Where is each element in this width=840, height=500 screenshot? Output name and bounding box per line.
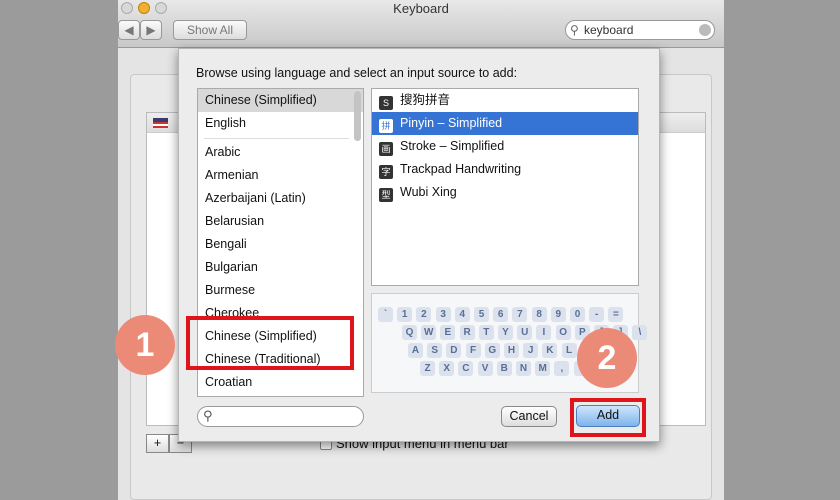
keyboard-key: 0 — [570, 307, 585, 322]
input-source-item[interactable]: 字 Trackpad Handwriting — [372, 158, 638, 181]
add-input-source-sheet: Browse using language and select an inpu… — [178, 48, 660, 442]
step-2-badge: 2 — [577, 328, 637, 388]
input-method-icon: 字 — [379, 165, 393, 179]
language-item[interactable]: English — [198, 112, 363, 135]
preferences-search-input[interactable]: ⚲ keyboard — [565, 20, 715, 40]
cancel-button[interactable]: Cancel — [501, 406, 557, 427]
dialog-prompt: Browse using language and select an inpu… — [196, 66, 518, 80]
input-source-item[interactable]: 画 Stroke – Simplified — [372, 135, 638, 158]
keyboard-key: \ — [632, 325, 648, 340]
us-flag-icon — [153, 118, 168, 128]
keyboard-key: G — [484, 343, 500, 358]
keyboard-key: 9 — [550, 307, 566, 322]
keyboard-key: K — [542, 343, 558, 358]
keyboard-key: 2 — [416, 307, 432, 322]
keyboard-key: J — [523, 343, 539, 358]
language-item[interactable]: Chinese (Simplified) — [198, 89, 363, 112]
input-source-item[interactable]: 型 Wubi Xing — [372, 181, 638, 204]
keyboard-key: Q — [402, 325, 417, 340]
input-method-icon: 画 — [379, 142, 393, 156]
keyboard-key: F — [465, 343, 481, 358]
back-button[interactable]: ◀ — [118, 20, 140, 40]
input-source-item[interactable]: S 搜狗拼音 — [372, 89, 638, 112]
keyboard-key: M — [535, 361, 551, 376]
keyboard-key: B — [496, 361, 512, 376]
language-item[interactable]: Bulgarian — [198, 256, 363, 279]
input-method-icon: S — [379, 96, 393, 110]
keyboard-key: 1 — [397, 307, 413, 322]
input-source-label: Wubi Xing — [400, 185, 457, 199]
input-source-item[interactable]: 拼 Pinyin – Simplified — [372, 112, 638, 135]
input-method-icon: 拼 — [379, 119, 393, 133]
show-all-button[interactable]: Show All — [173, 20, 247, 40]
search-icon: ⚲ — [570, 23, 579, 37]
list-separator — [204, 138, 349, 139]
input-source-label: 搜狗拼音 — [400, 93, 451, 107]
keyboard-key: T — [478, 325, 494, 340]
keyboard-key: ` — [378, 307, 393, 322]
search-value: keyboard — [584, 23, 634, 37]
keyboard-key: U — [517, 325, 533, 340]
window-title: Keyboard — [393, 1, 449, 16]
title-bar: Keyboard ◀ ▶ Show All ⚲ keyboard — [118, 0, 724, 48]
language-list-scrollbar[interactable] — [354, 91, 361, 141]
keyboard-key: = — [608, 307, 624, 322]
language-item[interactable]: Bengali — [198, 233, 363, 256]
keyboard-key: O — [555, 325, 571, 340]
keyboard-key: A — [408, 343, 423, 358]
keyboard-key: Y — [498, 325, 513, 340]
keyboard-key: H — [504, 343, 519, 358]
language-item[interactable]: Armenian — [198, 164, 363, 187]
keyboard-key: - — [589, 307, 605, 322]
clear-search-icon[interactable] — [699, 24, 711, 36]
search-icon: ⚲ — [203, 408, 213, 423]
forward-button[interactable]: ▶ — [140, 20, 162, 40]
input-source-label: Trackpad Handwriting — [400, 162, 522, 176]
input-source-list[interactable]: S 搜狗拼音拼 Pinyin – Simplified 画 Stroke – Simpl… — [371, 88, 639, 286]
keyboard-key: Z — [420, 361, 435, 376]
keyboard-key: C — [458, 361, 474, 376]
keyboard-key: I — [536, 325, 552, 340]
keyboard-key: L — [561, 343, 577, 358]
highlight-box-add — [570, 398, 646, 437]
keyboard-key: 5 — [474, 307, 489, 322]
keyboard-key: 3 — [435, 307, 451, 322]
input-method-icon: 型 — [379, 188, 393, 202]
highlight-box-languages — [186, 316, 354, 370]
keyboard-key: S — [427, 343, 443, 358]
keyboard-key: 6 — [493, 307, 509, 322]
keyboard-key: W — [421, 325, 437, 340]
keyboard-key: X — [439, 361, 455, 376]
language-item[interactable]: Croatian — [198, 371, 363, 394]
language-item[interactable]: Burmese — [198, 279, 363, 302]
keyboard-key: 7 — [512, 307, 528, 322]
keyboard-key: 4 — [454, 307, 470, 322]
keyboard-key: N — [516, 361, 531, 376]
keyboard-key: , — [554, 361, 570, 376]
keyboard-key: D — [446, 343, 462, 358]
step-1-badge: 1 — [115, 315, 175, 375]
keyboard-key: V — [477, 361, 493, 376]
input-source-label: Pinyin – Simplified — [400, 116, 503, 130]
keyboard-key: 8 — [531, 307, 547, 322]
language-item[interactable]: Belarusian — [198, 210, 363, 233]
keyboard-key: R — [459, 325, 475, 340]
keyboard-key: E — [440, 325, 456, 340]
language-item[interactable]: Arabic — [198, 141, 363, 164]
language-search-input[interactable]: ⚲ — [197, 406, 364, 427]
language-item[interactable]: Azerbaijani (Latin) — [198, 187, 363, 210]
input-source-label: Stroke – Simplified — [400, 139, 505, 153]
add-input-source-button[interactable]: + — [146, 434, 169, 453]
